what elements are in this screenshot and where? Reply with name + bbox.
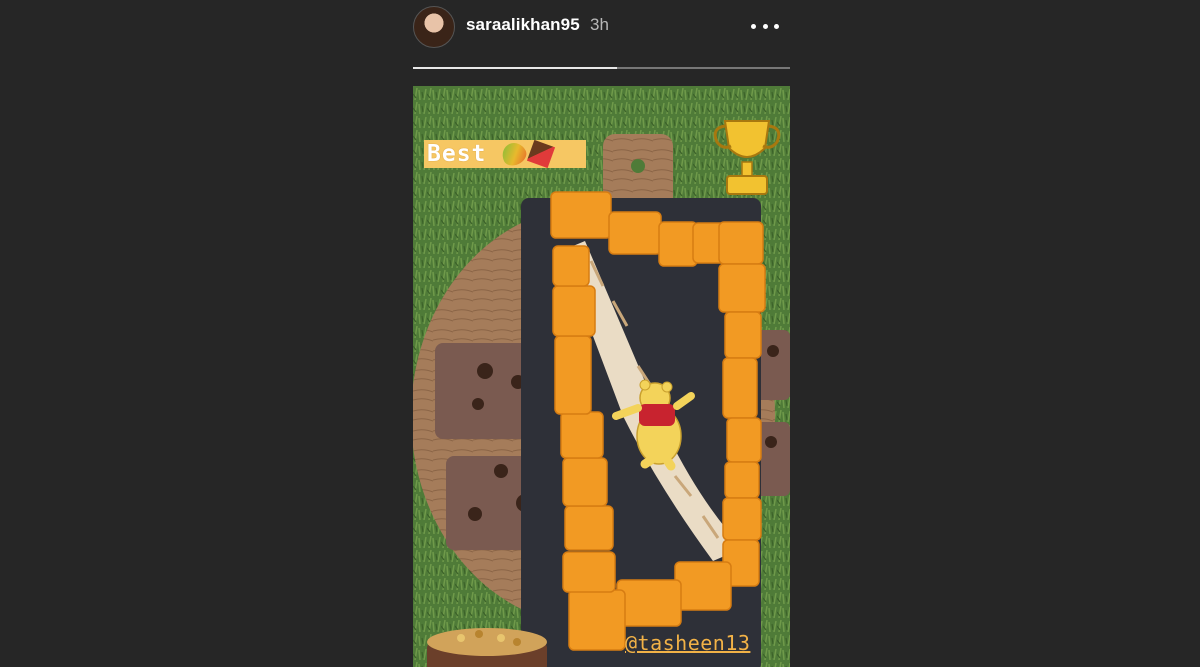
story-photo [413,86,790,667]
avatar[interactable] [413,6,455,48]
dot [751,23,756,29]
sticker-text: Best [427,141,487,167]
ellipsis-icon[interactable] [749,14,781,38]
best-text-sticker: Best [424,138,586,170]
username-link[interactable]: saraalikhan95 [466,15,580,35]
mango-emoji [498,138,530,170]
post-timestamp: 3h [590,15,609,34]
story-progress-bar [413,67,790,69]
chocolate-emoji [527,139,556,169]
dot [774,23,779,29]
story-progress-fill [413,67,617,69]
story-media[interactable]: Best @tasheen13 [413,86,790,667]
mention-tag[interactable]: @tasheen13 [625,631,750,655]
story-header: saraalikhan95 3h [413,0,790,60]
story-viewer: saraalikhan95 3h Best @tasheen13 [0,0,1200,667]
dot [762,23,768,29]
nut-bowl [427,628,547,667]
